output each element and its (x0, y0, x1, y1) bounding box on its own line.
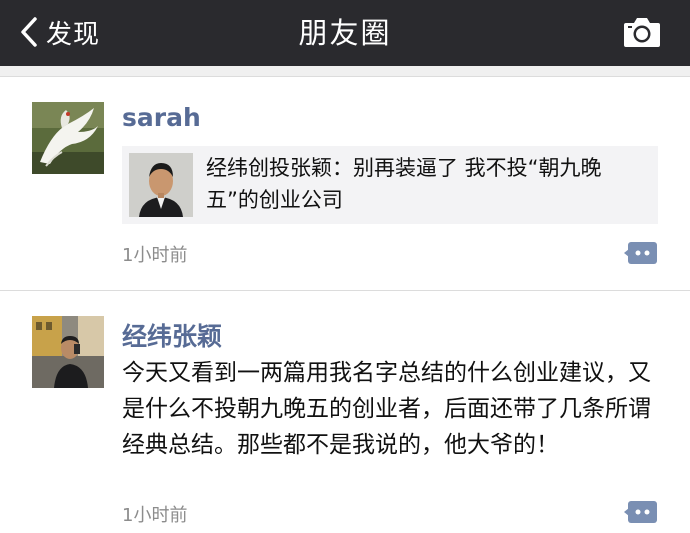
post-username[interactable]: sarah (122, 103, 201, 132)
moment-post: 经纬张颖 今天又看到一两篇用我名字总结的什么创业建议，又是什么不投朝九晚五的创业… (0, 291, 690, 533)
page-title: 朋友圈 (298, 16, 392, 50)
link-title: 经纬创投张颖：别再装逼了 我不投“朝九晚五”的创业公司 (206, 156, 602, 212)
avatar[interactable] (32, 102, 104, 174)
navigation-bar: 发现 朋友圈 (0, 0, 690, 66)
camera-icon (622, 18, 662, 54)
post-username[interactable]: 经纬张颖 (122, 317, 222, 353)
comment-icon (624, 242, 658, 269)
comment-button[interactable] (624, 500, 658, 524)
post-time: 1小时前 (122, 505, 188, 526)
top-spacer (0, 66, 690, 76)
link-thumbnail (129, 153, 193, 217)
camera-button[interactable] (622, 14, 662, 50)
avatar[interactable] (32, 316, 104, 388)
shared-link-card[interactable]: 经纬创投张颖：别再装逼了 我不投“朝九晚五”的创业公司 (122, 146, 658, 224)
moment-post: sarah 经纬创投张颖：别再装逼了 我不投“朝九晚五”的创业公司 1小时前 (0, 77, 690, 290)
post-text: 今天又看到一两篇用我名字总结的什么创业建议，又是什么不投朝九晚五的创业者，后面还… (122, 360, 651, 458)
comment-button[interactable] (624, 241, 658, 265)
comment-icon (624, 501, 658, 528)
post-time: 1小时前 (122, 245, 188, 266)
